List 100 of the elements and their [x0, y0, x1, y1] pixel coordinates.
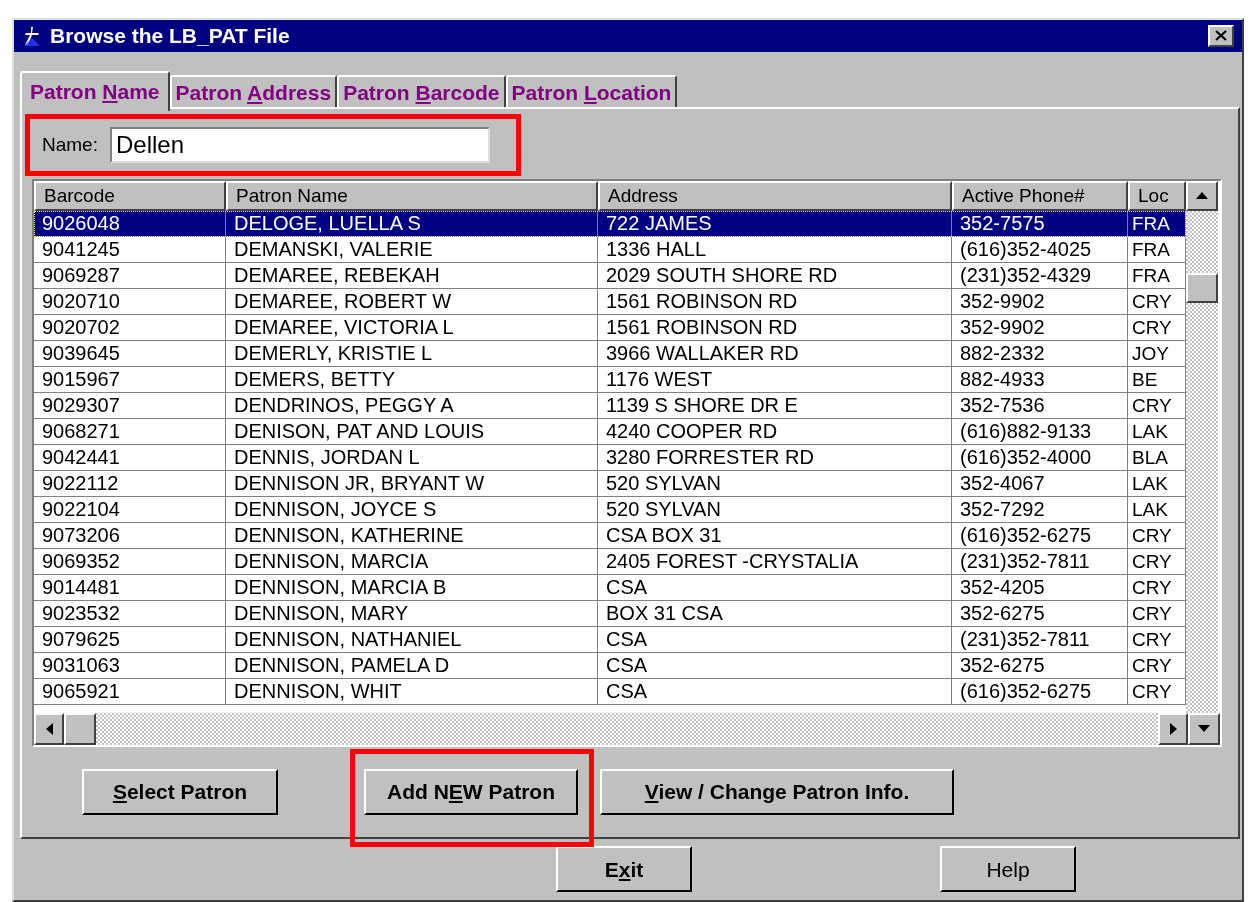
table-cell: 9065921 — [34, 678, 226, 705]
scroll-up-button[interactable] — [1186, 180, 1218, 211]
right-arrow-icon — [1169, 722, 1177, 735]
table-row[interactable]: 9031063 DENNISON, PAMELA D CSA 352-6275 CRY — [34, 652, 1186, 679]
table-row[interactable]: 9020702 DEMAREE, VICTORIA L 1561 ROBINSON RD 352-9902 CRY — [34, 314, 1186, 341]
table-cell: 9073206 — [34, 522, 226, 549]
app-icon — [22, 24, 42, 47]
table-cell: 352-9902 — [952, 314, 1128, 341]
table-cell: 352-7292 — [952, 496, 1128, 523]
table-cell: 3966 WALLAKER RD — [598, 340, 952, 367]
table-row[interactable]: 9069287 DEMAREE, REBEKAH 2029 SOUTH SHORE RD (231)352-4329 FRA — [34, 262, 1186, 289]
close-button[interactable] — [1208, 24, 1234, 47]
table-cell: 9068271 — [34, 418, 226, 445]
table-cell: DENDRINOS, PEGGY A — [226, 392, 598, 419]
table-row[interactable]: 9073206 DENNISON, KATHERINE CSA BOX 31 (616)352-6275 CRY — [34, 522, 1186, 549]
table-row[interactable]: 9023532 DENNISON, MARY BOX 31 CSA 352-6275 CRY — [34, 600, 1186, 627]
table-cell: DEMERLY, KRISTIE L — [226, 340, 598, 367]
table-cell: 352-6275 — [952, 600, 1128, 627]
table-cell: (616)882-9133 — [952, 418, 1128, 445]
tab[interactable]: Patron Location — [505, 74, 678, 109]
scroll-down-button[interactable] — [1188, 712, 1220, 745]
table-row[interactable]: 9022104 DENNISON, JOYCE S 520 SYLVAN 352-7292 LAK — [34, 496, 1186, 523]
field-label: Name: — [42, 132, 98, 157]
table-row[interactable]: 9068271 DENISON, PAT AND LOUIS 4240 COOPER RD (616)882-9133 LAK — [34, 418, 1186, 445]
table-cell: DENNISON, MARCIA B — [226, 574, 598, 601]
table-cell: 4240 COOPER RD — [598, 418, 952, 445]
table-row[interactable]: 9020710 DEMAREE, ROBERT W 1561 ROBINSON RD 352-9902 CRY — [34, 288, 1186, 315]
table-cell: 9039645 — [34, 340, 226, 367]
table-cell: 722 JAMES — [598, 210, 952, 237]
table-cell: 9023532 — [34, 600, 226, 627]
horizontal-scrollbar[interactable] — [34, 712, 1188, 745]
table-cell: 882-4933 — [952, 366, 1128, 393]
tab[interactable]: Patron Name — [20, 70, 170, 111]
action-button[interactable]: Add NEW Patron — [364, 768, 578, 815]
table-cell: 1336 HALL — [598, 236, 952, 263]
table-cell: (231)352-7811 — [952, 548, 1128, 575]
column-header[interactable]: Patron Name — [226, 180, 598, 211]
table-cell: DEMERS, BETTY — [226, 366, 598, 393]
table-cell: 9026048 — [34, 210, 226, 237]
table-row[interactable]: 9015967 DEMERS, BETTY 1176 WEST 882-4933 BE — [34, 366, 1186, 393]
tab[interactable]: Patron Barcode — [337, 74, 506, 109]
scroll-thumb[interactable] — [64, 712, 96, 745]
table-cell: 520 SYLVAN — [598, 470, 952, 497]
scroll-left-button[interactable] — [34, 712, 64, 745]
table-cell: 352-7575 — [952, 210, 1128, 237]
table-cell: DELOGE, LUELLA S — [226, 210, 598, 237]
vertical-scrollbar[interactable] — [1186, 180, 1218, 713]
table-cell: (616)352-6275 — [952, 522, 1128, 549]
window-title: Browse the LB_PAT File — [50, 23, 291, 49]
table-row[interactable]: 9042441 DENNIS, JORDAN L 3280 FORRESTER RD (616)352-4000 BLA — [34, 444, 1186, 471]
column-header[interactable]: Barcode — [34, 180, 226, 211]
table-cell: DEMAREE, ROBERT W — [226, 288, 598, 315]
footer-button[interactable]: Exit — [556, 846, 692, 893]
table-cell: 882-2332 — [952, 340, 1128, 367]
table-cell: CSA — [598, 678, 952, 705]
table-cell: 352-4205 — [952, 574, 1128, 601]
table-cell: 9069287 — [34, 262, 226, 289]
table-cell: 9022112 — [34, 470, 226, 497]
column-header[interactable]: Loc — [1128, 180, 1186, 211]
down-arrow-icon — [1198, 725, 1210, 733]
table-row[interactable]: 9039645 DEMERLY, KRISTIE L 3966 WALLAKER RD 882-2332 JOY — [34, 340, 1186, 367]
table-cell: 352-9902 — [952, 288, 1128, 315]
table-cell: DENNISON, KATHERINE — [226, 522, 598, 549]
table-row[interactable]: 9065921 DENNISON, WHIT CSA (616)352-6275 CRY — [34, 678, 1186, 705]
scroll-right-button[interactable] — [1158, 712, 1188, 745]
table-cell: (616)352-4025 — [952, 236, 1128, 263]
table-cell: DENISON, PAT AND LOUIS — [226, 418, 598, 445]
table-cell: (231)352-7811 — [952, 626, 1128, 653]
table-cell: (231)352-4329 — [952, 262, 1128, 289]
table-row[interactable]: 9069352 DENNISON, MARCIA 2405 FOREST -CRYSTALIA (231)352-7811 CRY — [34, 548, 1186, 575]
table-row[interactable]: 9026048 DELOGE, LUELLA S 722 JAMES 352-7575 FRA — [34, 210, 1186, 237]
table-cell: CSA — [598, 626, 952, 653]
scroll-thumb[interactable] — [1186, 272, 1218, 303]
table-cell: DENNISON, MARCIA — [226, 548, 598, 575]
table-cell: DENNISON, NATHANIEL — [226, 626, 598, 653]
table-cell: DENNISON, MARY — [226, 600, 598, 627]
table-row[interactable]: 9029307 DENDRINOS, PEGGY A 1139 S SHORE DR E 352-7536 CRY — [34, 392, 1186, 419]
table-cell: 1139 S SHORE DR E — [598, 392, 952, 419]
footer-button[interactable]: Help — [940, 846, 1076, 893]
action-button[interactable]: Select Patron — [82, 768, 278, 815]
action-button[interactable]: View / Change Patron Info. — [600, 768, 954, 815]
table-cell: DEMANSKI, VALERIE — [226, 236, 598, 263]
table-row[interactable]: 9014481 DENNISON, MARCIA B CSA 352-4205 CRY — [34, 574, 1186, 601]
table-cell: CSA — [598, 652, 952, 679]
column-header[interactable]: Active Phone# — [952, 180, 1128, 211]
column-header[interactable]: Address — [598, 180, 952, 211]
table-row[interactable]: 9079625 DENNISON, NATHANIEL CSA (231)352-7811 CRY — [34, 626, 1186, 653]
table-cell: 9079625 — [34, 626, 226, 653]
table-row[interactable]: 9041245 DEMANSKI, VALERIE 1336 HALL (616)352-4025 FRA — [34, 236, 1186, 263]
table-cell: DENNISON, WHIT — [226, 678, 598, 705]
tab[interactable]: Patron Address — [169, 74, 338, 109]
table-cell: DEMAREE, VICTORIA L — [226, 314, 598, 341]
name-field[interactable]: Dellen — [109, 126, 490, 163]
up-arrow-icon — [1196, 192, 1208, 200]
table-row[interactable]: 9022112 DENNISON JR, BRYANT W 520 SYLVAN 352-4067 LAK — [34, 470, 1186, 497]
table-cell: 2029 SOUTH SHORE RD — [598, 262, 952, 289]
table-cell: 520 SYLVAN — [598, 496, 952, 523]
table-cell: 9020702 — [34, 314, 226, 341]
table-cell: 1176 WEST — [598, 366, 952, 393]
table-cell: 3280 FORRESTER RD — [598, 444, 952, 471]
